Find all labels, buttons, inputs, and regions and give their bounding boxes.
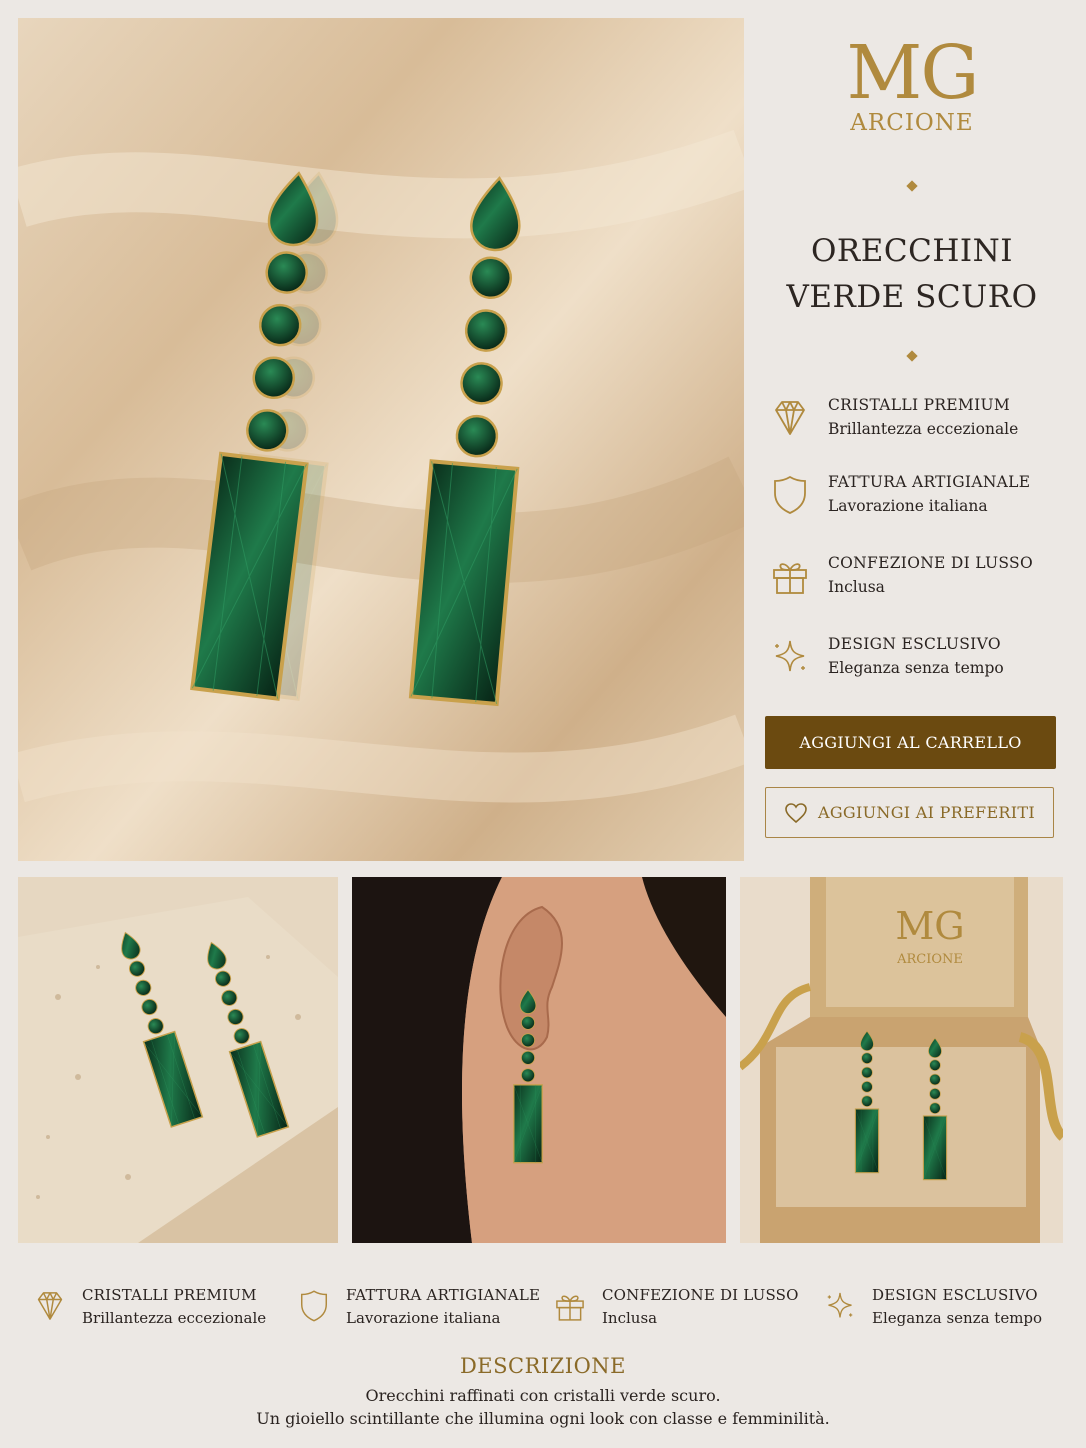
feature-subtitle: Lavorazione italiana	[346, 1309, 501, 1327]
add-to-cart-label: AGGIUNGI AL CARRELLO	[799, 733, 1022, 752]
heart-icon	[784, 802, 808, 824]
feature-title: FATTURA ARTIGIANALE	[346, 1286, 541, 1304]
shield-icon	[296, 1288, 332, 1324]
diamond-icon	[768, 396, 812, 440]
feature-title: CRISTALLI PREMIUM	[82, 1286, 257, 1304]
feature-design: DESIGN ESCLUSIVO Eleganza senza tempo	[768, 635, 1068, 685]
product-info-panel: MG ARCIONE ORECCHINI VERDE SCURO CRISTAL…	[756, 18, 1068, 838]
brand-logo: MG ARCIONE	[756, 34, 1068, 136]
diamond-icon	[32, 1288, 68, 1324]
feature-title: CONFEZIONE DI LUSSO	[602, 1286, 799, 1304]
feature-subtitle: Eleganza senza tempo	[872, 1309, 1043, 1327]
add-to-favorites-button[interactable]: AGGIUNGI AI PREFERITI	[765, 787, 1054, 838]
shield-icon	[768, 473, 812, 517]
feature-confezione: CONFEZIONE DI LUSSO Inclusa	[768, 554, 1068, 604]
box-logo-wordmark: ARCIONE	[896, 952, 963, 967]
gallery-thumbnail-stone[interactable]	[18, 877, 338, 1243]
add-to-favorites-label: AGGIUNGI AI PREFERITI	[817, 803, 1035, 822]
feature-title: CRISTALLI PREMIUM	[828, 396, 1011, 414]
product-title-line1: ORECCHINI	[811, 233, 1013, 269]
gift-icon	[552, 1288, 588, 1324]
feature-title: FATTURA ARTIGIANALE	[828, 473, 1031, 491]
box-logo-monogram: MG	[895, 904, 964, 948]
feature-cristalli: CRISTALLI PREMIUM Brillantezza ecceziona…	[768, 396, 1068, 446]
feature-title: DESIGN ESCLUSIVO	[828, 635, 1001, 653]
add-to-cart-button[interactable]: AGGIUNGI AL CARRELLO	[765, 716, 1056, 769]
feature-title: DESIGN ESCLUSIVO	[872, 1286, 1038, 1304]
feature-subtitle: Lavorazione italiana	[828, 497, 988, 515]
product-title-line2: VERDE SCURO	[786, 279, 1038, 315]
feature-subtitle: Inclusa	[828, 578, 885, 596]
feature-subtitle: Inclusa	[602, 1309, 658, 1327]
description-line-2: Un gioiello scintillante che illumina og…	[256, 1409, 830, 1428]
feature-fattura: FATTURA ARTIGIANALE Lavorazione italiana	[768, 473, 1068, 523]
divider-diamond	[906, 180, 918, 192]
feature-subtitle: Eleganza senza tempo	[828, 659, 1004, 677]
gallery-thumbnail-worn[interactable]	[352, 877, 726, 1243]
feature-subtitle: Brillantezza eccezionale	[82, 1309, 267, 1327]
logo-monogram: MG	[846, 30, 980, 116]
sparkle-icon	[822, 1288, 858, 1324]
gallery-thumbnail-giftbox[interactable]: MG ARCIONE	[740, 877, 1063, 1243]
logo-wordmark: ARCIONE	[850, 110, 974, 136]
sparkle-icon	[768, 635, 812, 679]
description-line-1: Orecchini raffinati con cristalli verde …	[365, 1386, 721, 1405]
feature-subtitle: Brillantezza eccezionale	[828, 420, 1019, 438]
feature-title: CONFEZIONE DI LUSSO	[828, 554, 1033, 572]
main-product-photo[interactable]	[18, 18, 744, 861]
product-title: ORECCHINI VERDE SCURO	[756, 228, 1068, 320]
description-heading: DESCRIZIONE	[459, 1354, 627, 1378]
gift-icon	[768, 554, 812, 598]
divider-diamond	[906, 350, 918, 362]
